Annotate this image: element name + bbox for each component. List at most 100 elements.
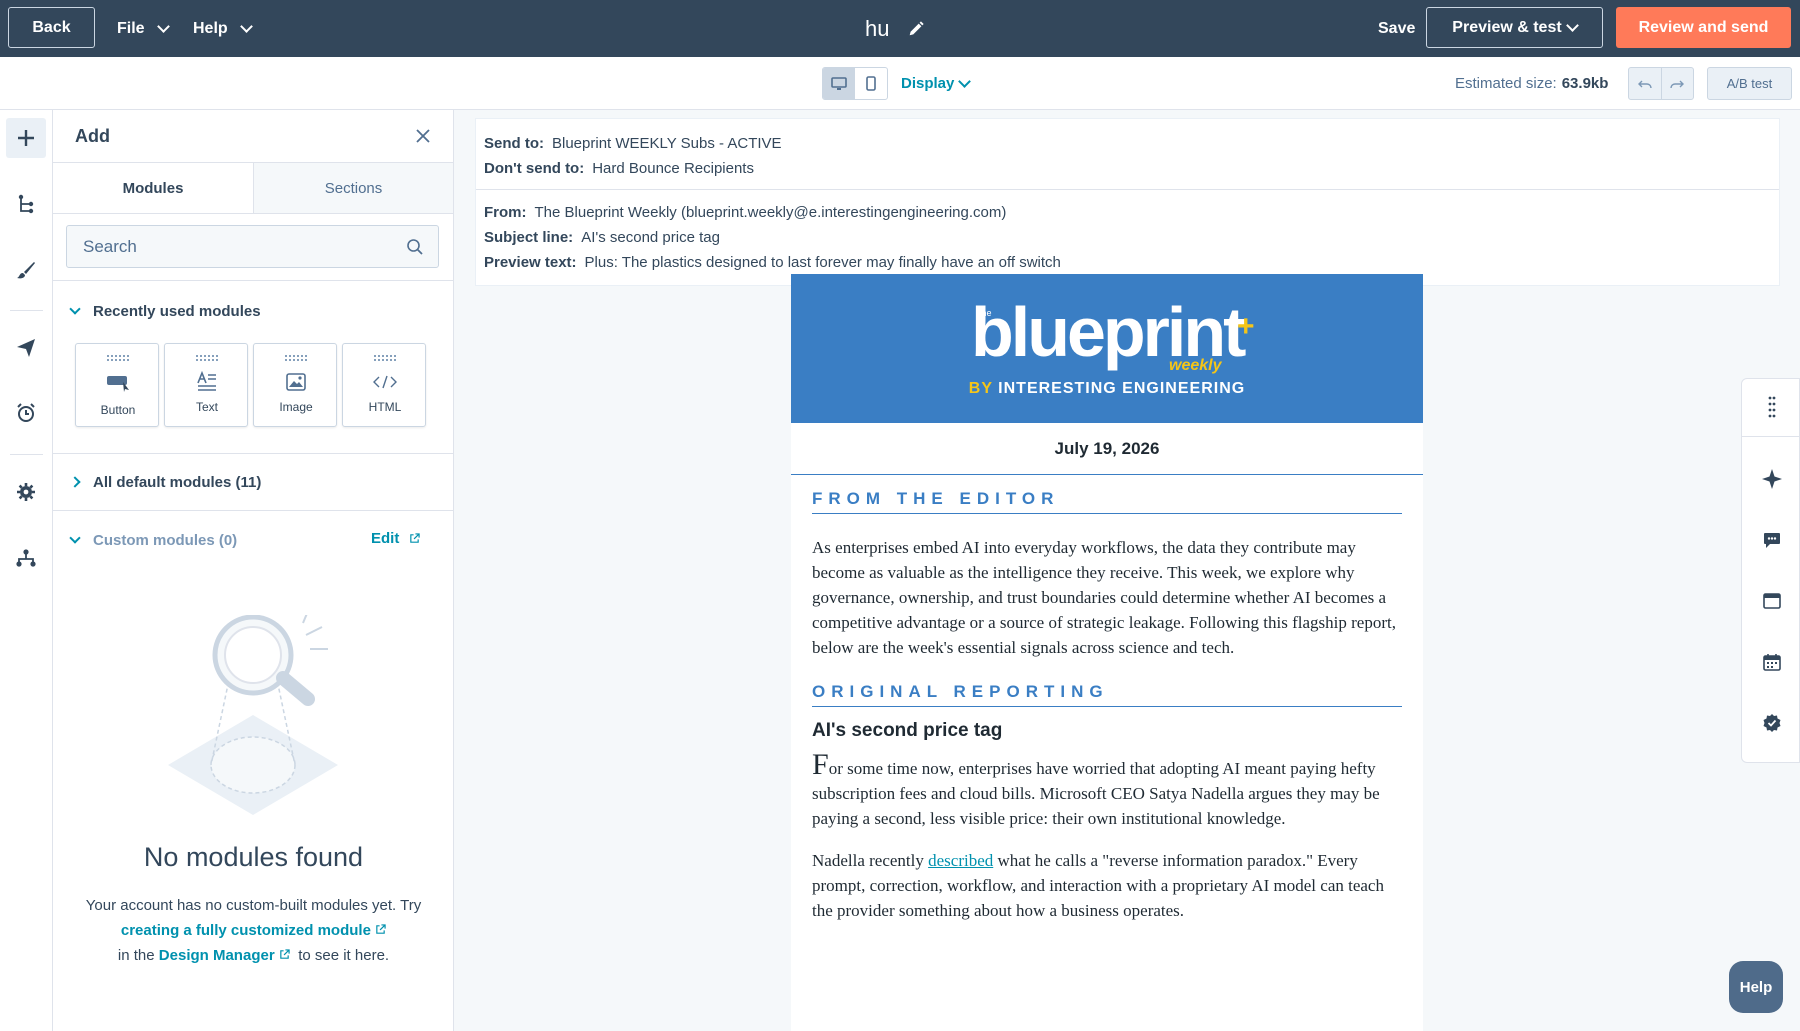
drag-handle-icon[interactable] (1742, 387, 1800, 427)
button-module-icon (76, 370, 160, 394)
undo-button[interactable] (1629, 68, 1661, 99)
document-title-text: hu (865, 15, 890, 41)
search-input[interactable] (83, 236, 403, 257)
chevron-down-icon (156, 19, 170, 33)
panel-tabs: Modules Sections (53, 162, 454, 214)
redo-button[interactable] (1660, 68, 1694, 99)
file-menu[interactable]: File (117, 0, 170, 57)
design-manager-link[interactable]: Design Manager (159, 947, 290, 964)
all-default-modules-label: All default modules (11) (93, 473, 262, 491)
design-brush-icon[interactable] (6, 250, 46, 290)
chevron-down-icon (69, 303, 81, 315)
desktop-view-button[interactable] (823, 68, 855, 99)
article-paragraph-2-a: Nadella recently (812, 851, 924, 870)
sitemap-icon[interactable] (6, 538, 46, 578)
module-tile-button[interactable]: Button (75, 343, 159, 427)
device-toggle (822, 67, 888, 100)
external-link-icon (280, 949, 290, 959)
email-preview[interactable]: the blueprint + weekly BY INTERESTING EN… (791, 274, 1423, 1031)
send-to-label: Send to: (484, 135, 544, 152)
empty-state-text: Your account has no custom-built modules… (63, 893, 444, 968)
preview-test-button[interactable]: Preview & test (1426, 7, 1603, 48)
contents-tree-icon[interactable] (6, 184, 46, 224)
search-box (66, 225, 439, 268)
mobile-view-button[interactable] (855, 68, 887, 99)
edit-label: Edit (371, 530, 400, 547)
email-header-logo[interactable]: the blueprint + weekly BY INTERESTING EN… (791, 274, 1423, 423)
article-paragraph-1-text: or some time now, enterprises have worri… (812, 759, 1380, 828)
recently-used-label: Recently used modules (93, 302, 261, 320)
drag-handle-icon (284, 354, 308, 362)
all-default-modules-toggle[interactable]: All default modules (11) (69, 471, 262, 493)
save-button[interactable]: Save (1378, 0, 1415, 57)
tab-sections[interactable]: Sections (253, 163, 453, 213)
top-bar: Back File Help hu Save Preview & test Re… (0, 0, 1800, 57)
from-label: From: (484, 204, 527, 221)
close-icon[interactable] (413, 126, 433, 146)
email-settings-summary[interactable]: Send to: Blueprint WEEKLY Subs - ACTIVE … (475, 118, 1780, 286)
gear-icon[interactable] (6, 472, 46, 512)
preview-text-label: Preview text: (484, 254, 577, 271)
text-module-icon (165, 370, 249, 394)
send-to-row: Send to: Blueprint WEEKLY Subs - ACTIVE (476, 131, 1779, 156)
ab-test-button[interactable]: A/B test (1707, 67, 1792, 100)
chevron-down-icon (69, 532, 81, 544)
search-icon[interactable] (406, 238, 424, 256)
back-button[interactable]: Back (8, 7, 95, 48)
module-tile-text[interactable]: Text (164, 343, 248, 427)
recently-used-toggle[interactable]: Recently used modules (69, 300, 261, 322)
undo-icon (1637, 80, 1652, 88)
review-send-button[interactable]: Review and send (1616, 7, 1791, 48)
browser-window-icon[interactable] (1742, 581, 1800, 621)
custom-modules-toggle[interactable]: Custom modules (0) (69, 529, 238, 551)
subject-value: AI's second price tag (581, 229, 720, 246)
empty-state-text-3: to see it here. (298, 947, 390, 964)
create-custom-module-link[interactable]: creating a fully customized module (121, 922, 386, 939)
document-title[interactable]: hu (865, 0, 925, 57)
logo-byline: BY INTERESTING ENGINEERING (791, 380, 1423, 398)
send-plane-icon[interactable] (6, 328, 46, 368)
alarm-clock-icon[interactable] (6, 393, 46, 433)
module-label: HTML (368, 400, 402, 414)
preview-test-label: Preview & test (1452, 18, 1562, 36)
undo-redo-group (1628, 67, 1694, 100)
external-link-icon (410, 533, 421, 543)
article-paragraph-2: Nadella recently described what he calls… (812, 848, 1402, 923)
drag-handle-icon (195, 354, 219, 362)
logo-plus: + (1237, 310, 1255, 343)
module-tile-html[interactable]: HTML (342, 343, 426, 427)
calendar-icon[interactable] (1742, 642, 1800, 682)
email-body: FROM THE EDITOR As enterprises embed AI … (791, 475, 1423, 923)
module-tile-image[interactable]: Image (253, 343, 337, 427)
logo-by: BY (968, 380, 993, 397)
display-menu[interactable]: Display (901, 67, 972, 100)
add-panel: Add Modules Sections Recently used modul… (53, 110, 454, 1031)
help-menu[interactable]: Help (193, 0, 253, 57)
custom-modules-label: Custom modules (0) (93, 531, 238, 549)
add-icon[interactable] (6, 118, 46, 158)
help-button[interactable]: Help (1729, 961, 1783, 1013)
right-rail (1741, 378, 1800, 763)
external-link-icon (376, 924, 386, 934)
reporting-heading: ORIGINAL REPORTING (812, 668, 1402, 707)
described-link[interactable]: described (928, 851, 993, 870)
subject-row: Subject line: AI's second price tag (476, 225, 1779, 250)
sparkle-ai-icon[interactable] (1742, 459, 1800, 499)
editor-toolbar: Display Estimated size: 63.9kb A/B test (0, 57, 1800, 110)
article-paragraph-1: For some time now, enterprises have worr… (812, 750, 1402, 831)
chevron-right-icon (69, 476, 81, 488)
article-title: AI's second price tag (812, 720, 1003, 741)
empty-state-text-2: in the (117, 947, 155, 964)
pencil-icon[interactable] (907, 20, 925, 38)
code-icon (343, 370, 427, 394)
drag-handle-icon (106, 354, 130, 362)
tab-modules[interactable]: Modules (53, 163, 253, 213)
logo-org: INTERESTING ENGINEERING (998, 380, 1246, 397)
verified-check-icon[interactable] (1742, 703, 1800, 743)
comment-icon[interactable] (1742, 520, 1800, 560)
preview-text-value: Plus: The plastics designed to last fore… (584, 254, 1061, 271)
estimated-size-label: Estimated size: (1455, 75, 1557, 92)
edit-custom-modules-link[interactable]: Edit (371, 530, 421, 547)
editor-heading: FROM THE EDITOR (812, 475, 1402, 514)
design-manager-label: Design Manager (158, 947, 275, 964)
